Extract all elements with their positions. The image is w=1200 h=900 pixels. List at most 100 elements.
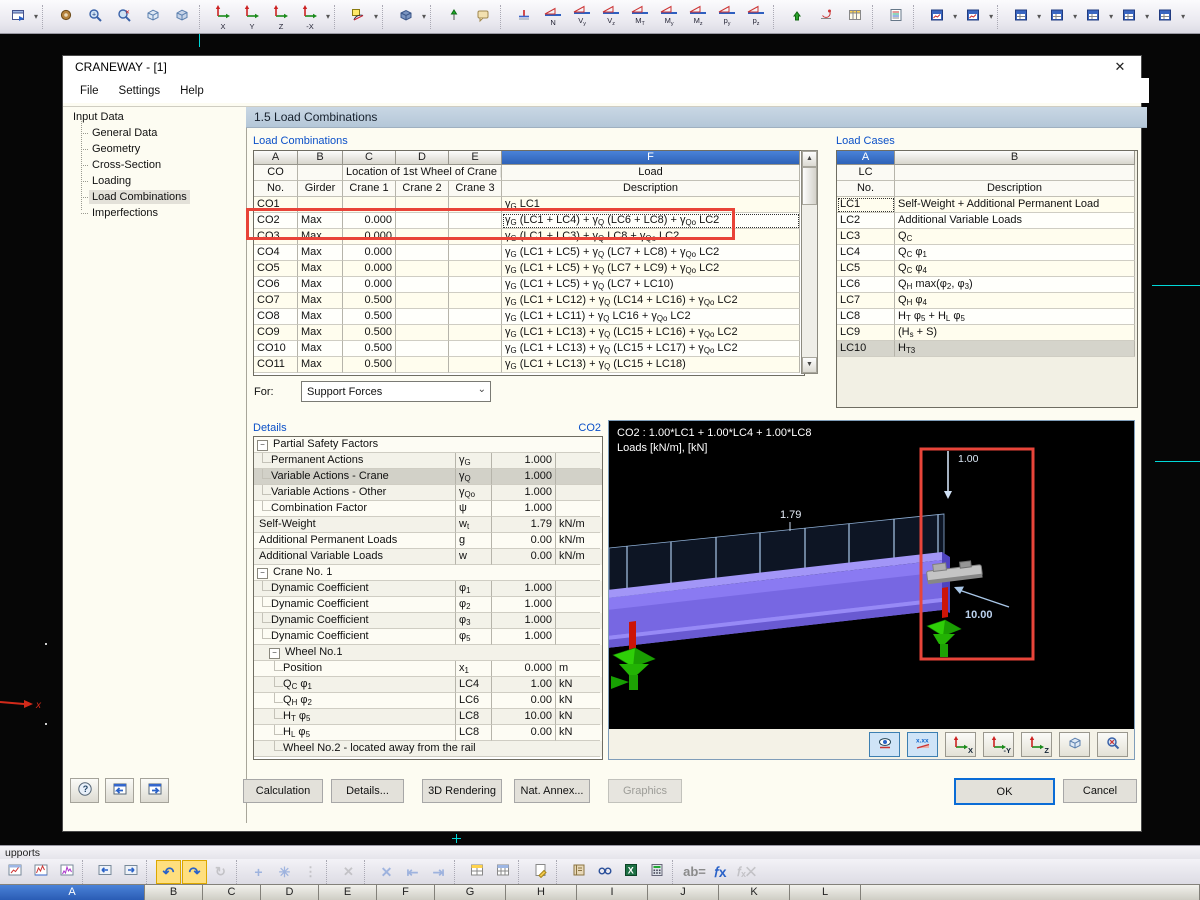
co-number[interactable]: CO2 xyxy=(254,213,298,229)
details-row[interactable]: HL φ5 LC8 0.00 kN xyxy=(254,725,602,741)
girder-cell[interactable]: Max xyxy=(298,213,343,229)
load-description-cell[interactable]: γG (LC1 + LC4) + γQ (LC6 + LC8) + γQo LC… xyxy=(502,213,800,229)
result-window-1-dropdown-icon[interactable]: ▾ xyxy=(952,12,958,21)
load-description-cell[interactable]: γG LC1 xyxy=(502,197,800,213)
table-row[interactable]: CO1 γG LC1 xyxy=(254,197,804,213)
table-window-2-icon[interactable] xyxy=(1043,3,1071,31)
diagram-my-icon[interactable]: My xyxy=(655,3,683,31)
dialog-title-bar[interactable]: CRANEWAY - [1] ✕ xyxy=(63,56,1141,78)
crane3-cell[interactable] xyxy=(449,245,502,261)
table-window-2-dropdown-icon[interactable]: ▾ xyxy=(1072,12,1078,21)
load-description-cell[interactable]: γG (LC1 + LC5) + γQ (LC7 + LC10) xyxy=(502,277,800,293)
address-book-icon[interactable] xyxy=(566,860,591,884)
show-loads-button[interactable] xyxy=(869,731,900,757)
scroll-thumb[interactable] xyxy=(802,167,817,205)
column-letter-E[interactable]: E xyxy=(449,151,502,165)
lc-number[interactable]: LC3 xyxy=(837,229,895,245)
column-letter-B[interactable]: B xyxy=(298,151,343,165)
close-icon[interactable]: ✕ xyxy=(1105,57,1135,77)
table-chart-3-icon[interactable] xyxy=(54,860,79,884)
details-group-row[interactable]: − Wheel No.1 xyxy=(254,645,602,661)
table-row[interactable]: LC7 QH φ4 xyxy=(837,293,1137,309)
sidebar-item-loading[interactable]: Loading xyxy=(89,174,134,188)
grid-column-I[interactable]: I xyxy=(577,884,648,900)
load-description-cell[interactable]: γG (LC1 + LC11) + γQ LC16 + γQo LC2 xyxy=(502,309,800,325)
for-dropdown[interactable]: Support Forces ⌄ xyxy=(301,381,491,402)
perspective-view-icon[interactable] xyxy=(168,3,196,31)
table-row[interactable]: LC4 QC φ1 xyxy=(837,245,1137,261)
crane1-cell[interactable]: 0.000 xyxy=(343,213,396,229)
girder-cell[interactable]: Max xyxy=(298,309,343,325)
grid-column-J[interactable]: J xyxy=(648,884,719,900)
formula-icon[interactable]: 𝑓x xyxy=(708,860,733,884)
girder-cell[interactable]: Max xyxy=(298,229,343,245)
crane2-cell[interactable] xyxy=(396,357,449,373)
lc-description[interactable]: QC xyxy=(895,229,1135,245)
grid-column-F[interactable]: F xyxy=(377,884,435,900)
result-window-1-icon[interactable] xyxy=(923,3,951,31)
girder-cell[interactable]: Max xyxy=(298,277,343,293)
previous-window-button[interactable] xyxy=(105,778,134,803)
lc-number[interactable]: LC8 xyxy=(837,309,895,325)
zoom-reset-button[interactable] xyxy=(1097,731,1128,757)
result-window-2-dropdown-icon[interactable]: ▾ xyxy=(988,12,994,21)
table-row[interactable]: CO8 Max 0.500 γG (LC1 + LC11) + γQ LC16 + γ… xyxy=(254,309,804,325)
collapse-icon[interactable]: − xyxy=(269,648,280,659)
details-row[interactable]: Variable Actions - Crane γQ 1.000 xyxy=(254,469,602,485)
lc-description[interactable]: QH max(φ2, φ3) xyxy=(895,277,1135,293)
crane1-cell[interactable]: 0.500 xyxy=(343,341,396,357)
result-window-2-icon[interactable] xyxy=(959,3,987,31)
view-minus-x-icon[interactable]: -X xyxy=(296,3,324,31)
details-row[interactable]: Dynamic Coefficient φ1 1.000 xyxy=(254,581,602,597)
details-row[interactable]: Additional Variable Loads w 0.00 kN/m xyxy=(254,549,602,565)
table-row[interactable]: LC3 QC xyxy=(837,229,1137,245)
table-row[interactable]: CO11 Max 0.500 γG (LC1 + LC13) + γQ (LC15 +… xyxy=(254,357,804,373)
new-window-dropdown-icon[interactable]: ▾ xyxy=(33,12,39,21)
crane3-cell[interactable] xyxy=(449,293,502,309)
crane2-cell[interactable] xyxy=(396,213,449,229)
crane2-cell[interactable] xyxy=(396,197,449,213)
diagram-vy-icon[interactable]: Vy xyxy=(568,3,596,31)
crane3-cell[interactable] xyxy=(449,277,502,293)
crane2-cell[interactable] xyxy=(396,309,449,325)
table-window-4-dropdown-icon[interactable]: ▾ xyxy=(1144,12,1150,21)
co-number[interactable]: CO10 xyxy=(254,341,298,357)
crane2-cell[interactable] xyxy=(396,229,449,245)
crane3-cell[interactable] xyxy=(449,325,502,341)
grid-column-E[interactable]: E xyxy=(319,884,377,900)
table-row[interactable]: LC6 QH max(φ2, φ3) xyxy=(837,277,1137,293)
load-description-cell[interactable]: γG (LC1 + LC3) + γQ LC8 + γQo LC2 xyxy=(502,229,800,245)
isometric-view-icon[interactable] xyxy=(139,3,167,31)
table-row[interactable]: CO7 Max 0.500 γG (LC1 + LC12) + γQ (LC14 + … xyxy=(254,293,804,309)
previous-table-icon[interactable] xyxy=(92,860,117,884)
national-annex-button[interactable]: Nat. Annex... xyxy=(514,779,590,803)
menu-file[interactable]: File xyxy=(71,82,108,100)
grid-column-L[interactable]: L xyxy=(790,884,861,900)
sidebar-item-cross-section[interactable]: Cross-Section xyxy=(89,158,164,172)
crane1-cell[interactable]: 0.500 xyxy=(343,309,396,325)
grid-column-K[interactable]: K xyxy=(719,884,790,900)
lc-number[interactable]: LC4 xyxy=(837,245,895,261)
crane1-cell[interactable] xyxy=(343,197,396,213)
cancel-button[interactable]: Cancel xyxy=(1063,779,1137,803)
table-window-3-dropdown-icon[interactable]: ▾ xyxy=(1108,12,1114,21)
diagram-py-icon[interactable]: py xyxy=(713,3,741,31)
co-number[interactable]: CO3 xyxy=(254,229,298,245)
girder-cell[interactable] xyxy=(298,197,343,213)
crane3-cell[interactable] xyxy=(449,229,502,245)
lc-number[interactable]: LC6 xyxy=(837,277,895,293)
details-row[interactable]: HT φ5 LC8 10.00 kN xyxy=(254,709,602,725)
crane1-cell[interactable]: 0.000 xyxy=(343,229,396,245)
table-row[interactable]: LC10 HT3 xyxy=(837,341,1137,357)
load-combinations-scrollbar[interactable]: ▲ ▼ xyxy=(801,150,818,374)
details-row[interactable]: Position x1 0.000 m xyxy=(254,661,602,677)
crane3-cell[interactable] xyxy=(449,213,502,229)
view-x-icon[interactable]: X xyxy=(209,3,237,31)
crane1-cell[interactable]: 0.500 xyxy=(343,357,396,373)
sidebar-item-general-data[interactable]: General Data xyxy=(89,126,160,140)
table-row[interactable]: LC9 (Hs + S) xyxy=(837,325,1137,341)
details-button[interactable]: Details... xyxy=(331,779,404,803)
crane1-cell[interactable]: 0.500 xyxy=(343,325,396,341)
scroll-up-icon[interactable]: ▲ xyxy=(802,151,817,167)
load-description-cell[interactable]: γG (LC1 + LC12) + γQ (LC14 + LC16) + γQo… xyxy=(502,293,800,309)
